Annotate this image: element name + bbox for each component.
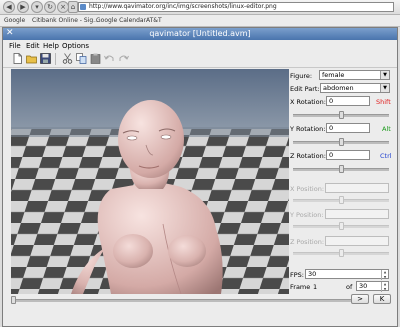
keyframe-button[interactable]: K (373, 294, 391, 304)
bookmark-google[interactable]: Google (4, 17, 25, 24)
new-file-icon[interactable] (12, 53, 23, 64)
x-position-label: X Position: (290, 185, 325, 193)
chevron-down-icon: ▼ (380, 84, 389, 92)
edit-part-select[interactable]: abdomen ▼ (320, 83, 390, 93)
z-position-slider-handle[interactable] (339, 249, 344, 257)
frame-total-spinbox[interactable]: 30 ▲ ▼ (356, 281, 389, 292)
window-title: qavimator [Untitled.avm] (149, 29, 251, 38)
favicon-icon (80, 4, 86, 10)
menu-edit[interactable]: Edit (26, 42, 40, 50)
chevron-down-icon: ▼ (380, 71, 389, 79)
play-button[interactable]: > (351, 294, 369, 304)
browser-toolbar: ◀ ▶ ▾ ↻ × ⌂ http://www.qavimator.org/inc… (0, 0, 400, 15)
figure-label: Figure: (290, 72, 313, 80)
x-rotation-label: X Rotation: (290, 98, 326, 106)
forward-icon[interactable]: ▶ (17, 1, 29, 13)
menu-bar: File Edit Help Options (3, 40, 397, 51)
timeline-slider-handle[interactable] (11, 296, 16, 304)
x-shortcut-label: Shift (376, 98, 391, 106)
spin-arrows-icon[interactable]: ▲ ▼ (381, 282, 388, 292)
toolbar (3, 51, 397, 68)
spin-arrows-icon[interactable]: ▲ ▼ (381, 270, 388, 280)
frame-current: 1 (313, 283, 318, 291)
url-field[interactable]: http://www.qavimator.org/inc/img/screens… (78, 2, 394, 12)
x-position-input[interactable] (325, 183, 389, 193)
toolbar-separator (55, 53, 56, 65)
frame-of-label: of (346, 283, 353, 291)
x-position-slider-handle[interactable] (339, 196, 344, 204)
edit-part-label: Edit Part: (290, 85, 320, 93)
y-rotation-input[interactable]: 0 (326, 123, 370, 133)
x-rotation-slider-handle[interactable] (339, 111, 344, 119)
frame-total-value: 30 (359, 282, 368, 290)
fps-spinbox[interactable]: 30 ▲ ▼ (305, 269, 389, 280)
frame-label: Frame (290, 283, 311, 291)
y-shortcut-label: Alt (382, 125, 391, 133)
open-folder-icon[interactable] (26, 53, 37, 64)
timeline-slider[interactable] (11, 299, 351, 302)
z-shortcut-label: Ctrl (380, 152, 392, 160)
redo-icon[interactable] (118, 53, 129, 64)
scene-render (11, 69, 289, 294)
y-position-slider-handle[interactable] (339, 222, 344, 230)
bookmark-google-calendar[interactable]: Google Calendar (96, 17, 146, 24)
y-position-input[interactable] (325, 209, 389, 219)
bookmarks-bar: Google Citibank Online - Sig... Google C… (0, 15, 400, 27)
z-position-input[interactable] (325, 236, 389, 246)
reload-icon[interactable]: ↻ (44, 1, 56, 13)
bookmark-att[interactable]: AT&T (146, 17, 162, 24)
z-rotation-label: Z Rotation: (290, 152, 326, 160)
paste-icon[interactable] (90, 53, 101, 64)
y-position-label: Y Position: (290, 211, 324, 219)
menu-help[interactable]: Help (43, 42, 59, 50)
y-rotation-slider-handle[interactable] (339, 138, 344, 146)
figure-select[interactable]: female ▼ (319, 70, 390, 80)
menu-options[interactable]: Options (62, 42, 89, 50)
z-rotation-input[interactable]: 0 (326, 150, 370, 160)
figure-value: female (322, 71, 345, 79)
edit-part-value: abdomen (323, 84, 354, 92)
x-rotation-input[interactable]: 0 (326, 96, 370, 106)
bookmark-citibank[interactable]: Citibank Online - Sig... (32, 17, 99, 24)
undo-icon[interactable] (104, 53, 115, 64)
fps-value: 30 (308, 270, 317, 278)
z-position-label: Z Position: (290, 238, 325, 246)
menu-file[interactable]: File (9, 42, 21, 50)
url-text: http://www.qavimator.org/inc/img/screens… (89, 3, 277, 10)
title-bar[interactable]: ✕ qavimator [Untitled.avm] (3, 28, 397, 40)
back-icon[interactable]: ◀ (3, 1, 15, 13)
home-icon[interactable]: ⌂ (68, 1, 78, 13)
y-rotation-label: Y Rotation: (290, 125, 326, 133)
cut-icon[interactable] (62, 53, 73, 64)
z-rotation-slider-handle[interactable] (339, 165, 344, 173)
3d-viewport[interactable] (11, 69, 289, 294)
fps-label: FPS: (290, 271, 304, 279)
app-window: ✕ qavimator [Untitled.avm] File Edit Hel… (2, 27, 398, 327)
dropdown-icon[interactable]: ▾ (31, 1, 43, 13)
copy-icon[interactable] (76, 53, 87, 64)
save-icon[interactable] (40, 53, 51, 64)
